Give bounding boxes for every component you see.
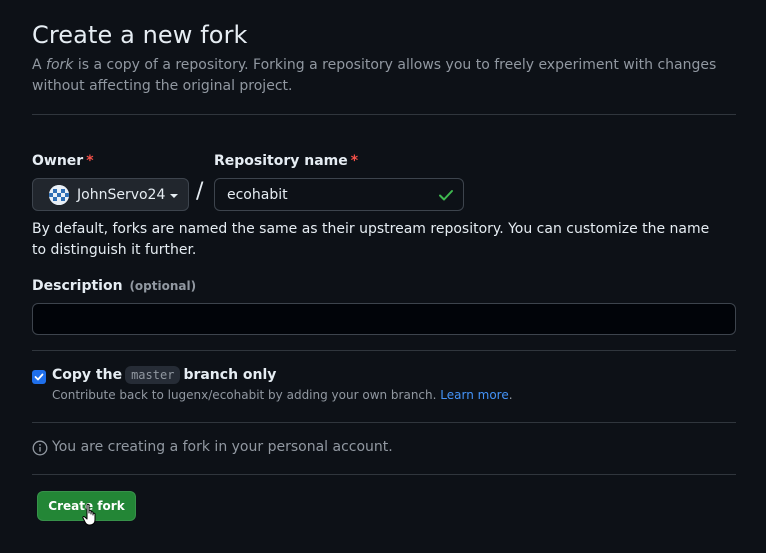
required-mark: * — [350, 153, 359, 169]
fork-page: Create a new fork A fork is a copy of a … — [0, 0, 766, 553]
repository-name-input[interactable] — [227, 186, 427, 203]
owner-repo-separator: / — [196, 179, 204, 204]
owner-label: Owner * — [32, 153, 94, 169]
info-message: You are creating a fork in your personal… — [32, 438, 393, 456]
optional-tag: (optional) — [129, 279, 197, 293]
learn-more-link[interactable]: Learn more — [440, 388, 508, 402]
section-divider — [32, 422, 736, 423]
required-mark: * — [86, 153, 94, 169]
header-divider — [32, 114, 736, 115]
chevron-down-icon — [170, 193, 179, 198]
section-divider — [32, 350, 736, 351]
page-title: Create a new fork — [32, 21, 248, 49]
info-icon — [32, 440, 48, 456]
hand-cursor-icon — [82, 503, 96, 526]
repository-name-label: Repository name * — [214, 153, 359, 169]
owner-select-button[interactable]: JohnServo24 — [32, 178, 189, 211]
section-divider — [32, 474, 736, 475]
owner-name: JohnServo24 — [77, 186, 166, 203]
check-icon — [439, 190, 453, 201]
info-text: You are creating a fork in your personal… — [52, 439, 393, 455]
avatar — [49, 184, 69, 205]
copy-branch-label[interactable]: Copy the master branch only — [52, 366, 276, 384]
repository-name-field[interactable] — [214, 178, 464, 211]
page-subtitle: A fork is a copy of a repository. Forkin… — [32, 57, 717, 94]
branch-name-code: master — [125, 366, 181, 384]
checkmark-icon — [34, 373, 44, 381]
description-input[interactable] — [32, 303, 736, 335]
copy-branch-checkbox[interactable] — [32, 370, 46, 384]
description-label: Description (optional) — [32, 278, 197, 294]
repository-name-help: By default, forks are named the same as … — [32, 221, 710, 258]
copy-branch-help: Contribute back to lugenx/ecohabit by ad… — [52, 388, 513, 402]
